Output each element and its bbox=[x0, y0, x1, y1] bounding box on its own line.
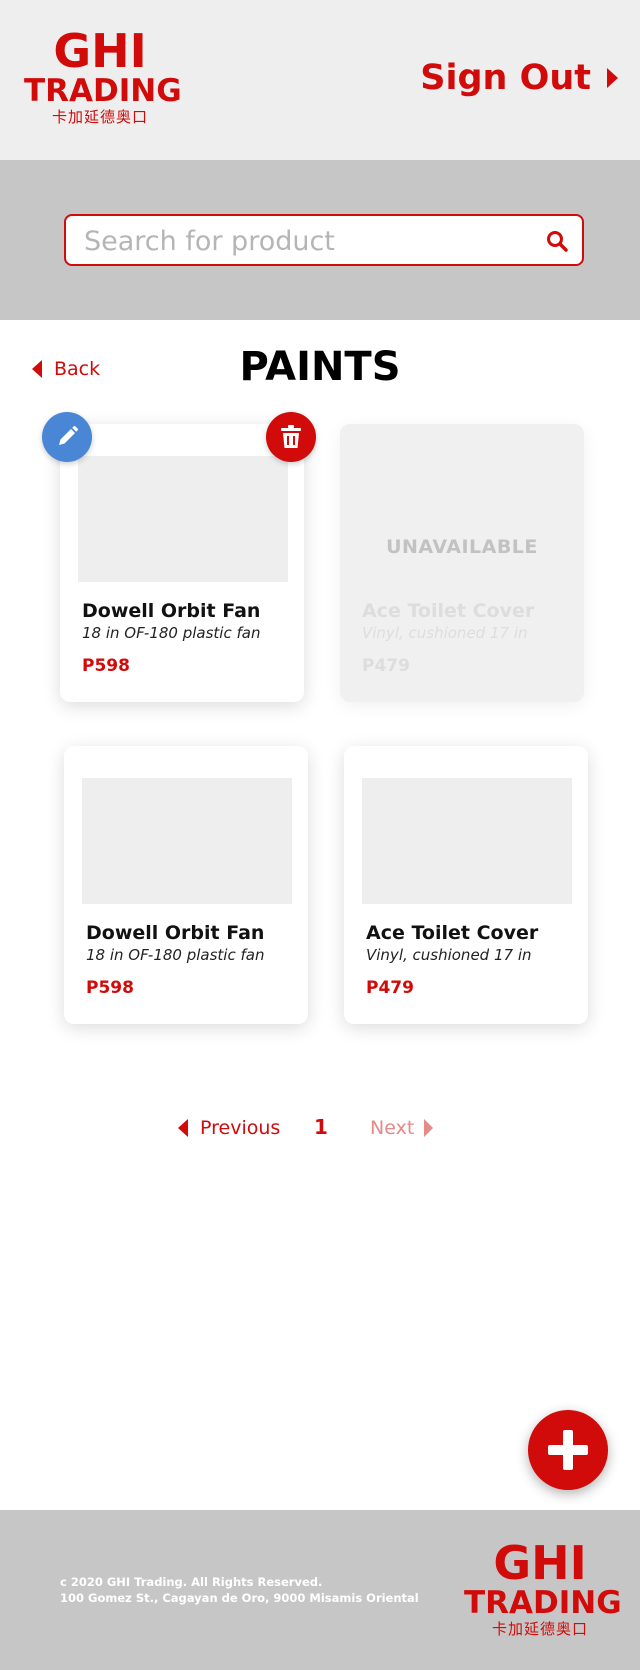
product-description: Vinyl, cushioned 17 in bbox=[366, 946, 532, 964]
previous-page-button[interactable]: Previous bbox=[178, 1117, 280, 1139]
footer-brand-logo: GHI TRADING 卡加延德奥口 bbox=[464, 1536, 622, 1638]
sign-out-button[interactable]: Sign Out bbox=[420, 58, 618, 98]
previous-label: Previous bbox=[200, 1117, 281, 1139]
product-price: P598 bbox=[86, 978, 134, 998]
brand-name-line1: GHI bbox=[53, 24, 147, 78]
product-name: Dowell Orbit Fan bbox=[86, 922, 265, 944]
product-card[interactable]: Ace Toilet Cover Vinyl, cushioned 17 in … bbox=[344, 746, 588, 1024]
pencil-icon bbox=[59, 426, 78, 445]
brand-chinese: 卡加延德奥口 bbox=[51, 108, 148, 126]
page-title: PAINTS bbox=[239, 344, 401, 390]
search-input[interactable] bbox=[84, 222, 524, 260]
product-image bbox=[82, 778, 292, 904]
footer: c 2020 GHI Trading. All Rights Reserved.… bbox=[0, 1510, 640, 1670]
search-icon[interactable] bbox=[546, 230, 568, 252]
product-image bbox=[362, 778, 572, 904]
copyright-text: c 2020 GHI Trading. All Rights Reserved. bbox=[60, 1575, 323, 1589]
product-card[interactable]: Dowell Orbit Fan 18 in OF-180 plastic fa… bbox=[64, 746, 308, 1024]
edit-button[interactable] bbox=[42, 412, 92, 462]
brand-name-line2: TRADING bbox=[464, 1585, 622, 1621]
product-price: P479 bbox=[362, 656, 410, 676]
footer-info: c 2020 GHI Trading. All Rights Reserved.… bbox=[60, 1574, 419, 1606]
caret-right-icon bbox=[424, 1119, 434, 1137]
product-description: Vinyl, cushioned 17 in bbox=[362, 624, 528, 642]
caret-right-icon bbox=[607, 68, 618, 88]
product-image bbox=[78, 456, 288, 582]
trash-icon bbox=[281, 425, 301, 448]
product-image bbox=[358, 456, 568, 582]
header: GHI TRADING 卡加延德奥口 Sign Out bbox=[0, 0, 640, 160]
next-label: Next bbox=[370, 1117, 415, 1139]
brand-logo[interactable]: GHI TRADING 卡加延德奥口 bbox=[24, 24, 182, 126]
next-page-button[interactable]: Next bbox=[370, 1117, 434, 1139]
search-band bbox=[0, 160, 640, 320]
search-box[interactable] bbox=[64, 214, 584, 266]
brand-name-line2: TRADING bbox=[24, 73, 182, 109]
add-product-button[interactable] bbox=[528, 1410, 608, 1490]
product-name: Dowell Orbit Fan bbox=[82, 600, 261, 622]
sign-out-label: Sign Out bbox=[420, 58, 591, 98]
product-price: P598 bbox=[82, 656, 130, 676]
product-price: P479 bbox=[366, 978, 414, 998]
address-text: 100 Gomez St., Cagayan de Oro, 9000 Misa… bbox=[60, 1591, 419, 1605]
unavailable-label: UNAVAILABLE bbox=[386, 536, 538, 558]
product-card[interactable]: Dowell Orbit Fan 18 in OF-180 plastic fa… bbox=[60, 424, 304, 702]
delete-button[interactable] bbox=[266, 412, 316, 462]
brand-name-line1: GHI bbox=[493, 1536, 587, 1590]
brand-chinese: 卡加延德奥口 bbox=[491, 1620, 588, 1638]
product-name: Ace Toilet Cover bbox=[366, 922, 539, 944]
caret-left-icon bbox=[178, 1119, 188, 1137]
current-page-number[interactable]: 1 bbox=[314, 1115, 328, 1139]
product-description: 18 in OF-180 plastic fan bbox=[82, 624, 261, 642]
product-card-unavailable: UNAVAILABLE Ace Toilet Cover Vinyl, cush… bbox=[340, 424, 584, 702]
product-description: 18 in OF-180 plastic fan bbox=[86, 946, 265, 964]
product-name: Ace Toilet Cover bbox=[362, 600, 535, 622]
